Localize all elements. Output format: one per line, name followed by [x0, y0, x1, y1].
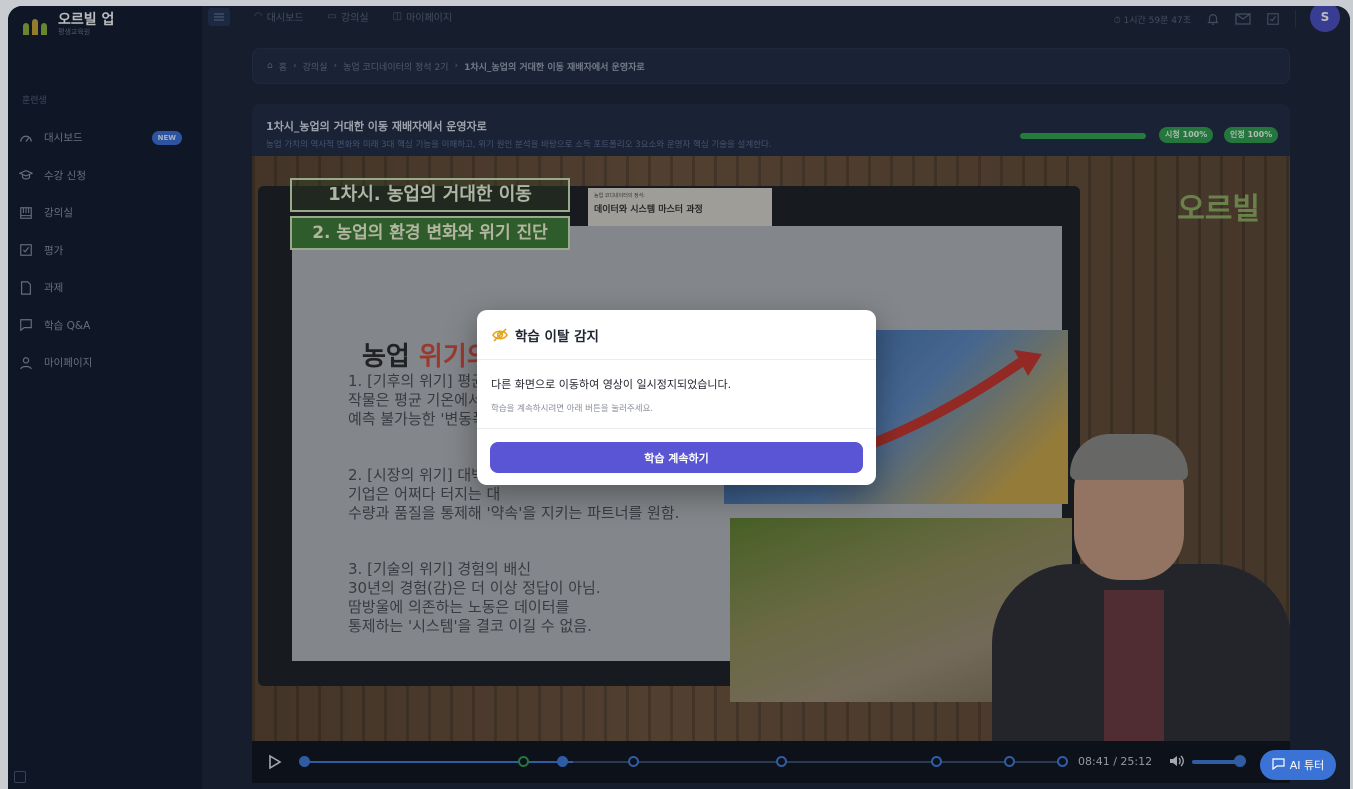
- ai-tutor-button[interactable]: AI 튜터: [1260, 750, 1336, 780]
- modal-header: 학습 이탈 감지: [477, 310, 876, 360]
- modal-hint: 학습을 계속하시려면 아래 버튼을 눌러주세요.: [491, 404, 654, 414]
- ai-tutor-label: AI 튜터: [1289, 759, 1325, 772]
- divider: [477, 428, 876, 429]
- continue-learning-button[interactable]: 학습 계속하기: [490, 442, 863, 473]
- eye-off-icon: [491, 326, 509, 344]
- modal-message: 다른 화면으로 이동하여 영상이 일시정지되었습니다.: [491, 378, 732, 391]
- idle-detection-modal: 학습 이탈 감지 다른 화면으로 이동하여 영상이 일시정지되었습니다. 학습을…: [477, 310, 876, 485]
- chat-icon: [1272, 757, 1285, 773]
- modal-title: 학습 이탈 감지: [515, 328, 599, 345]
